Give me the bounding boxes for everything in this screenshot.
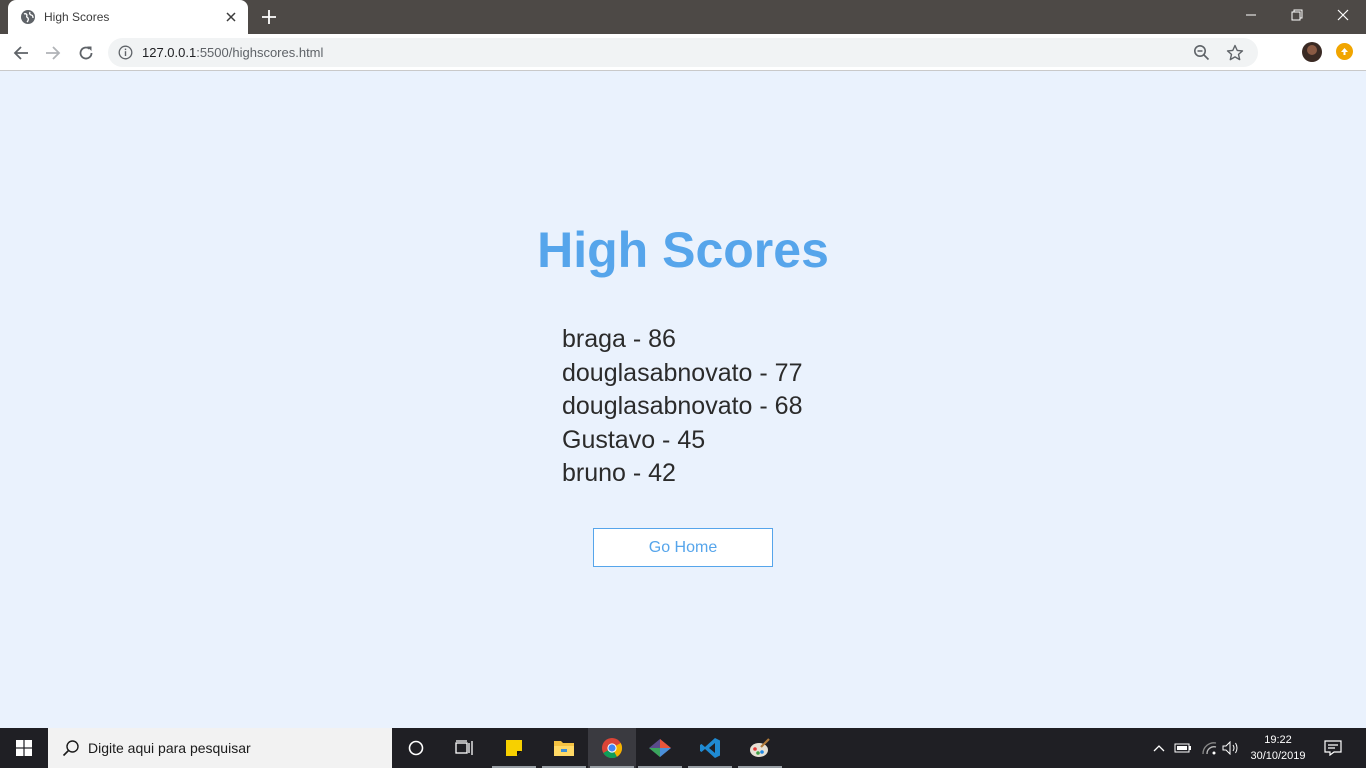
back-button[interactable] bbox=[8, 40, 34, 66]
extension-icon[interactable] bbox=[1336, 43, 1353, 60]
chrome-button[interactable] bbox=[588, 728, 636, 768]
back-arrow-icon bbox=[13, 46, 28, 60]
forward-button[interactable] bbox=[40, 40, 66, 66]
info-icon[interactable] bbox=[118, 45, 133, 60]
file-explorer-icon bbox=[554, 741, 574, 756]
taskbar-search[interactable]: Digite aqui para pesquisar bbox=[48, 728, 392, 768]
git-icon bbox=[649, 739, 671, 757]
url-path: :5500/highscores.html bbox=[196, 45, 324, 60]
volume-control[interactable] bbox=[1220, 728, 1242, 768]
avatar[interactable] bbox=[1302, 42, 1322, 62]
tab-title: High Scores bbox=[44, 10, 110, 24]
extension-arrow-icon bbox=[1341, 48, 1348, 55]
search-icon bbox=[62, 740, 79, 757]
window-close-button[interactable] bbox=[1320, 0, 1366, 30]
battery-status[interactable] bbox=[1172, 728, 1194, 768]
tray-overflow[interactable] bbox=[1150, 728, 1168, 768]
clock-time: 19:22 bbox=[1264, 734, 1292, 746]
task-view-icon bbox=[455, 740, 473, 755]
task-view-button[interactable] bbox=[440, 728, 488, 768]
battery-icon bbox=[1174, 743, 1191, 753]
page-title: High Scores bbox=[537, 222, 829, 278]
address-bar[interactable]: 127.0.0.1:5500/highscores.html bbox=[108, 38, 1258, 67]
volume-icon bbox=[1222, 741, 1238, 755]
score-item: bruno - 42 bbox=[562, 459, 676, 487]
url-host: 127.0.0.1 bbox=[142, 45, 197, 60]
wifi-icon bbox=[1202, 742, 1217, 755]
go-home-button[interactable]: Go Home bbox=[593, 528, 773, 567]
window-close-icon bbox=[1337, 9, 1349, 21]
start-button[interactable] bbox=[0, 728, 48, 768]
url-text[interactable]: 127.0.0.1:5500/highscores.html bbox=[142, 45, 323, 60]
windows-icon bbox=[16, 740, 32, 756]
sticky-notes-icon bbox=[506, 740, 522, 756]
minimize-button[interactable] bbox=[1228, 0, 1274, 30]
forward-arrow-icon bbox=[46, 46, 61, 60]
paint-button[interactable] bbox=[736, 728, 784, 768]
plus-icon[interactable] bbox=[260, 8, 278, 26]
high-scores-list: braga - 86 douglasabnovato - 77 douglasa… bbox=[562, 324, 802, 492]
cortana-button[interactable] bbox=[392, 728, 440, 768]
star-icon[interactable] bbox=[1226, 44, 1244, 62]
action-center[interactable] bbox=[1320, 728, 1346, 768]
network-status[interactable] bbox=[1198, 728, 1220, 768]
restore-icon bbox=[1291, 9, 1303, 21]
reload-icon bbox=[79, 46, 93, 60]
browser-toolbar: 127.0.0.1:5500/highscores.html bbox=[0, 34, 1366, 71]
browser-tab[interactable]: High Scores bbox=[8, 0, 248, 34]
cortana-icon bbox=[408, 740, 424, 756]
restore-button[interactable] bbox=[1274, 0, 1320, 30]
score-item: braga - 86 bbox=[562, 325, 676, 353]
clock-date: 30/10/2019 bbox=[1250, 750, 1306, 762]
notifications-icon bbox=[1324, 740, 1342, 756]
vscode-icon bbox=[700, 738, 720, 758]
close-icon[interactable] bbox=[224, 10, 238, 24]
vscode-button[interactable] bbox=[686, 728, 734, 768]
globe-icon bbox=[21, 10, 35, 24]
windows-taskbar: Digite aqui para pesquisar 19:22 30/10/2… bbox=[0, 728, 1366, 768]
score-item: Gustavo - 45 bbox=[562, 425, 706, 454]
chrome-icon bbox=[602, 738, 623, 759]
reload-button[interactable] bbox=[73, 40, 99, 66]
git-button[interactable] bbox=[636, 728, 684, 768]
page-content: High Scores braga - 86 douglasabnovato -… bbox=[0, 71, 1366, 728]
search-placeholder: Digite aqui para pesquisar bbox=[88, 740, 251, 756]
score-item: douglasabnovato - 77 bbox=[562, 358, 803, 387]
score-item: douglasabnovato - 68 bbox=[562, 392, 803, 420]
paint-icon bbox=[750, 738, 770, 757]
zoom-icon[interactable] bbox=[1193, 44, 1210, 61]
file-explorer-button[interactable] bbox=[540, 728, 588, 768]
minimize-icon bbox=[1246, 14, 1256, 16]
sticky-notes-button[interactable] bbox=[490, 728, 538, 768]
system-clock[interactable]: 19:22 30/10/2019 bbox=[1240, 732, 1316, 764]
chevron-up-icon bbox=[1153, 745, 1165, 752]
title-bar: High Scores bbox=[0, 0, 1366, 34]
